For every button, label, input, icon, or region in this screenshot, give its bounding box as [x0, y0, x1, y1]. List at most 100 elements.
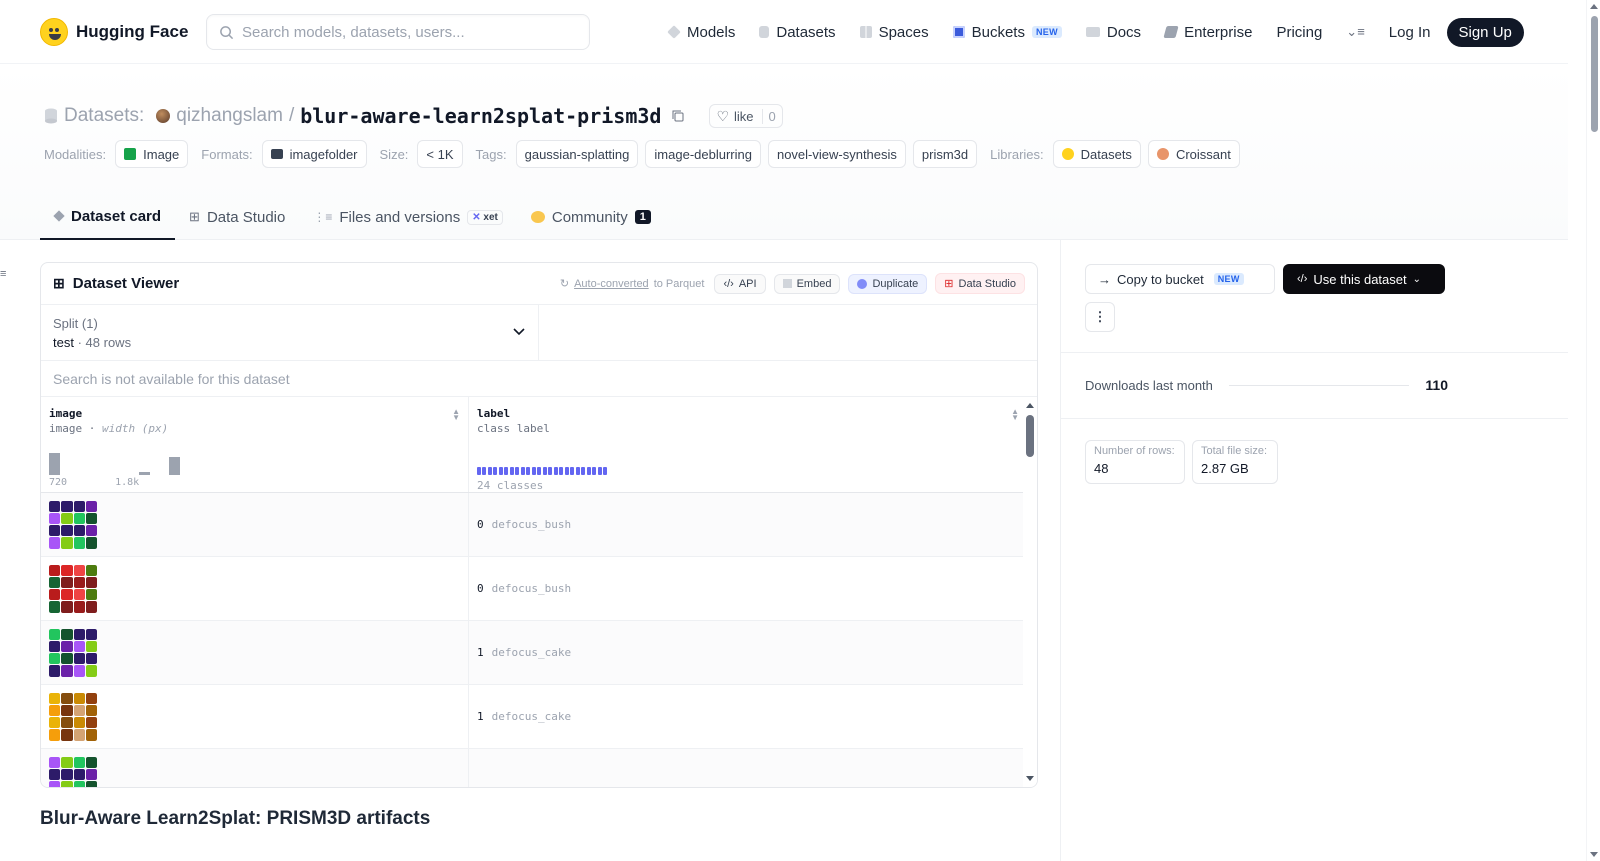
- toc-toggle-icon[interactable]: ≡: [0, 268, 6, 280]
- more-options-button[interactable]: ⋮: [1085, 302, 1115, 332]
- new-badge: NEW: [1031, 26, 1062, 38]
- tab-dataset-card[interactable]: Dataset card: [40, 194, 176, 240]
- nav-models[interactable]: Models: [667, 24, 735, 41]
- downloads-stat: Downloads last month 110: [1085, 377, 1448, 393]
- table-row[interactable]: 0 defocus_bush: [41, 557, 1037, 621]
- class-segment[interactable]: [581, 467, 586, 475]
- class-segment[interactable]: [482, 467, 487, 475]
- class-segment[interactable]: [570, 467, 575, 475]
- label-name: defocus_bush: [491, 582, 572, 595]
- scroll-up-icon[interactable]: [1026, 403, 1034, 408]
- class-segment[interactable]: [559, 467, 564, 475]
- tag-image-deblurring[interactable]: image-deblurring: [645, 140, 761, 168]
- class-segment[interactable]: [477, 467, 481, 475]
- xet-badge: ✕ xet: [467, 209, 503, 225]
- search-box[interactable]: [206, 14, 590, 50]
- split-select[interactable]: Split (1) test · 48 rows: [41, 305, 539, 360]
- class-segment[interactable]: [487, 467, 492, 475]
- tag-size[interactable]: < 1K: [417, 140, 463, 168]
- nav-buckets[interactable]: Buckets NEW: [952, 24, 1062, 41]
- data-studio-button[interactable]: ⊞ Data Studio: [935, 273, 1025, 294]
- column-divider: [1060, 240, 1061, 861]
- row-image-thumbnail[interactable]: [49, 564, 97, 613]
- class-segment[interactable]: [542, 467, 547, 475]
- sort-icon[interactable]: ▲ ▼: [452, 408, 460, 422]
- class-segment[interactable]: [603, 467, 608, 475]
- repo-owner[interactable]: qizhangslam: [176, 105, 283, 127]
- tag-library-datasets[interactable]: Datasets: [1052, 140, 1141, 168]
- class-segment[interactable]: [537, 467, 542, 475]
- class-segment[interactable]: [548, 467, 553, 475]
- nav-datasets[interactable]: Datasets: [759, 24, 836, 41]
- tag-format-imagefolder[interactable]: imagefolder: [261, 140, 367, 168]
- table-row[interactable]: 1 defocus_cake: [41, 685, 1037, 749]
- page-scrollbar-thumb[interactable]: [1591, 16, 1598, 132]
- histogram-bar[interactable]: [169, 456, 180, 475]
- nav-spaces[interactable]: Spaces: [859, 24, 929, 41]
- book-icon: [1085, 27, 1100, 37]
- class-segment[interactable]: [575, 467, 580, 475]
- viewer-header: ⊞ Dataset Viewer ↻ Auto-converted to Parqu…: [41, 263, 1037, 305]
- community-count-badge: 1: [634, 210, 651, 224]
- class-segment[interactable]: [493, 467, 498, 475]
- table-row[interactable]: 0 defocus_bush: [41, 493, 1037, 557]
- like-button[interactable]: ♡ like 0: [709, 104, 783, 128]
- column-header-image[interactable]: image image · width (px) ▲ ▼ 720 1.8k: [41, 397, 469, 492]
- sort-icon[interactable]: ▲ ▼: [1011, 408, 1019, 422]
- copy-to-bucket-button[interactable]: → Copy to bucket NEW: [1085, 264, 1275, 294]
- tab-files-and-versions[interactable]: ⋮≡ Files and versions ✕ xet: [299, 194, 517, 240]
- class-segment[interactable]: [509, 467, 514, 475]
- api-button[interactable]: ‹/› API: [714, 273, 766, 294]
- brand-logo[interactable]: Hugging Face: [40, 18, 188, 46]
- row-image-thumbnail[interactable]: [49, 500, 97, 549]
- table-row[interactable]: [41, 749, 1037, 787]
- repo-kind[interactable]: Datasets:: [64, 105, 144, 127]
- nav-pricing[interactable]: Pricing: [1276, 24, 1322, 41]
- scroll-down-icon[interactable]: [1026, 776, 1034, 781]
- tab-data-studio[interactable]: ⊞ Data Studio: [175, 194, 299, 240]
- tag-modality-image[interactable]: Image: [115, 140, 189, 168]
- table-row[interactable]: 1 defocus_cake: [41, 621, 1037, 685]
- row-image-thumbnail[interactable]: [49, 756, 97, 787]
- class-segment[interactable]: [553, 467, 558, 475]
- file-size-value: 2.87 GB: [1201, 461, 1249, 476]
- copy-icon[interactable]: [671, 109, 685, 123]
- more-menu-icon[interactable]: ⌄≡: [1346, 24, 1364, 40]
- scrollbar-thumb[interactable]: [1026, 415, 1034, 457]
- class-segment[interactable]: [586, 467, 591, 475]
- duplicate-button[interactable]: Duplicate: [848, 273, 928, 294]
- nav-docs[interactable]: Docs: [1085, 24, 1141, 41]
- code-icon: ‹/›: [1297, 273, 1308, 285]
- tag-gaussian-splatting[interactable]: gaussian-splatting: [515, 140, 639, 168]
- table-scrollbar[interactable]: [1023, 397, 1037, 787]
- histogram-bar[interactable]: [49, 452, 60, 475]
- embed-button[interactable]: Embed: [773, 273, 841, 294]
- row-image-thumbnail[interactable]: [49, 692, 97, 741]
- column-header-label[interactable]: label class label ▲ ▼ 24 classes: [469, 397, 1027, 492]
- class-segment[interactable]: [504, 467, 509, 475]
- tab-community[interactable]: Community 1: [517, 194, 665, 240]
- bucket-icon: [952, 26, 965, 38]
- class-segment[interactable]: [564, 467, 569, 475]
- class-segment[interactable]: [515, 467, 520, 475]
- repo-name[interactable]: blur-aware-learn2splat-prism3d: [300, 104, 661, 128]
- tag-prism3d[interactable]: prism3d: [912, 140, 978, 168]
- signup-button[interactable]: Sign Up: [1446, 17, 1524, 47]
- class-segment[interactable]: [498, 467, 503, 475]
- row-image-thumbnail[interactable]: [49, 628, 97, 677]
- histogram-bar[interactable]: [139, 472, 150, 475]
- use-this-dataset-button[interactable]: ‹/› Use this dataset ⌄: [1283, 264, 1445, 294]
- tag-library-croissant[interactable]: Croissant: [1147, 140, 1240, 168]
- class-segment[interactable]: [597, 467, 602, 475]
- class-segment[interactable]: [520, 467, 525, 475]
- login-link[interactable]: Log In: [1389, 24, 1431, 41]
- class-segment[interactable]: [531, 467, 536, 475]
- class-segment[interactable]: [526, 467, 531, 475]
- page-scrollbar[interactable]: [1586, 0, 1600, 861]
- enterprise-icon: [1163, 26, 1179, 38]
- nav-enterprise[interactable]: Enterprise: [1163, 24, 1252, 41]
- auto-converted-link[interactable]: Auto-converted: [574, 278, 649, 290]
- search-input[interactable]: [242, 23, 572, 41]
- class-segment[interactable]: [592, 467, 597, 475]
- tag-novel-view-synthesis[interactable]: novel-view-synthesis: [767, 140, 906, 168]
